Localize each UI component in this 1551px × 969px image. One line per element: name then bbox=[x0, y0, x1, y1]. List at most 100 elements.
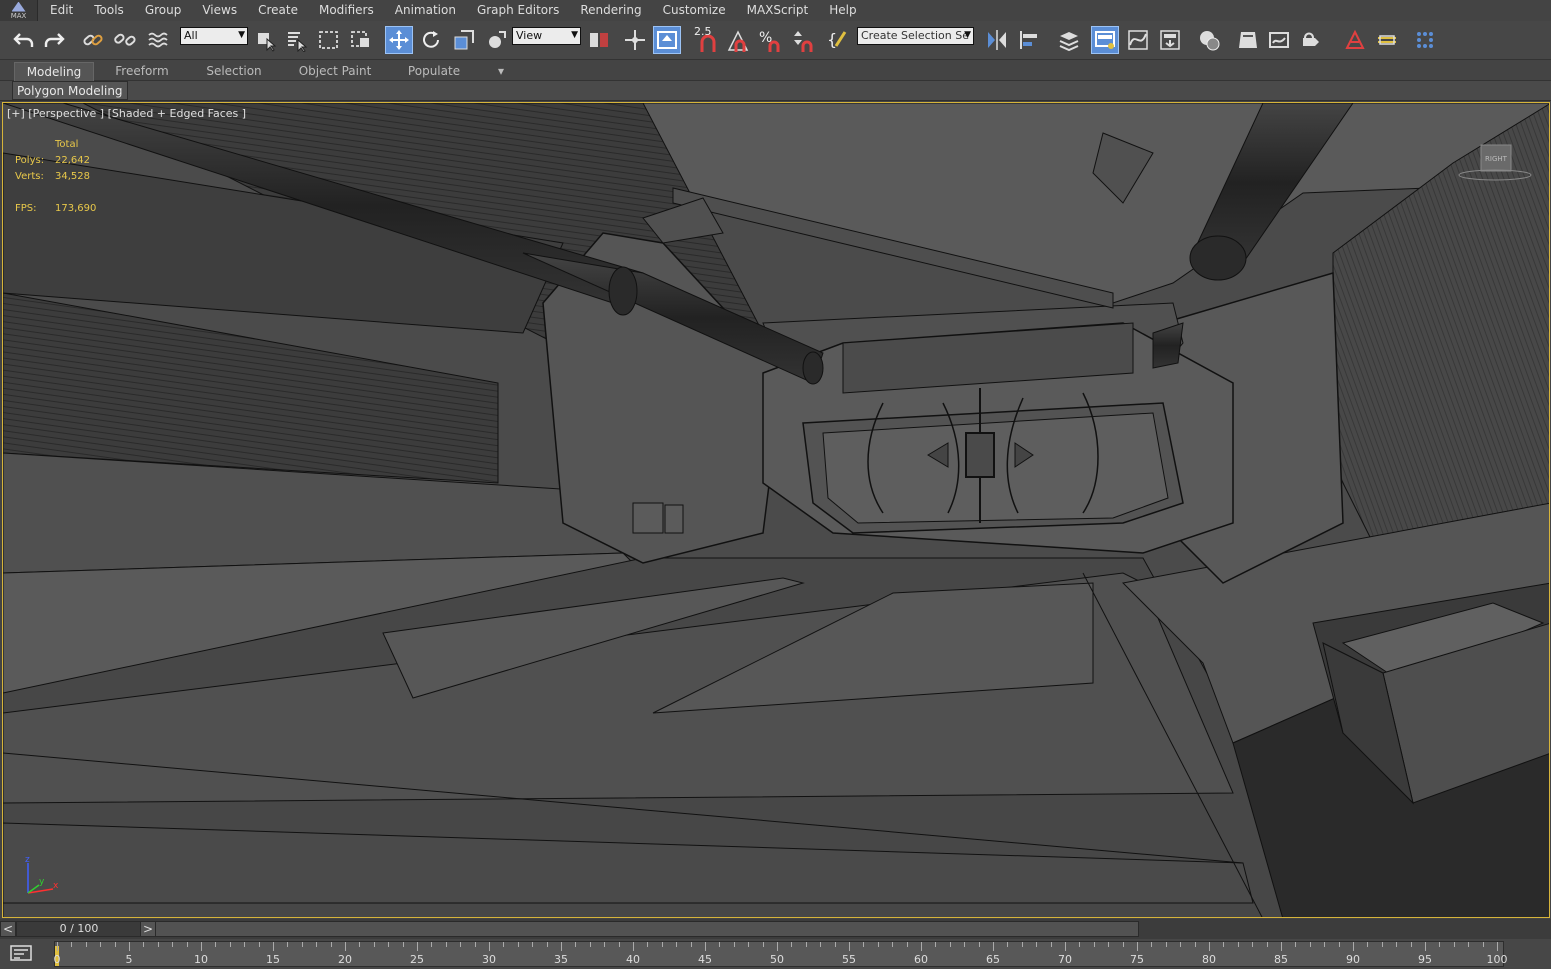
menu-edit[interactable]: Edit bbox=[38, 0, 82, 21]
ruler-tick bbox=[1482, 942, 1484, 947]
perspective-viewport[interactable]: [+] [Perspective ] [Shaded + Edged Faces… bbox=[2, 102, 1550, 918]
undo-icon[interactable] bbox=[10, 26, 38, 54]
ruler-tick bbox=[561, 942, 562, 951]
select-object-icon[interactable] bbox=[252, 26, 280, 54]
viewport-label[interactable]: [+] [Perspective ] [Shaded + Edged Faces… bbox=[7, 107, 246, 120]
max-logo-icon bbox=[11, 1, 26, 12]
menu-rendering[interactable]: Rendering bbox=[568, 0, 650, 21]
scene-explorer-icon[interactable] bbox=[1091, 26, 1119, 54]
ruler-tick bbox=[964, 942, 966, 947]
timeline-ruler[interactable]: 0 5 10 15 20 25 30 35 40 45 50 55 60 65 70 75 80 85 90 95 10… bbox=[53, 941, 1508, 967]
menu-tools[interactable]: Tools bbox=[82, 0, 133, 21]
track-bar: 0 5 10 15 20 25 30 35 40 45 50 55 60 65 70 75 80 85 90 95 10… bbox=[0, 939, 1551, 969]
tab-populate[interactable]: Populate bbox=[398, 62, 470, 81]
menu-views[interactable]: Views bbox=[190, 0, 246, 21]
time-slider-thumb[interactable]: 0 / 100 bbox=[17, 922, 141, 936]
ruler-tick bbox=[921, 942, 922, 951]
rendered-frame-window-icon[interactable] bbox=[1265, 26, 1293, 54]
use-pivot-icon[interactable] bbox=[585, 26, 613, 54]
menu-create[interactable]: Create bbox=[246, 0, 307, 21]
ruler-tick-label: 0 bbox=[53, 953, 61, 966]
edit-named-sets-icon[interactable]: { bbox=[824, 26, 852, 54]
ruler-tick bbox=[618, 942, 620, 947]
render-production-icon[interactable] bbox=[1297, 26, 1325, 54]
ruler-tick bbox=[57, 942, 58, 951]
ruler-tick bbox=[589, 942, 591, 947]
misc-icon[interactable] bbox=[1411, 26, 1439, 54]
spinner-snap-icon[interactable] bbox=[788, 26, 816, 54]
ruler-tick bbox=[719, 942, 721, 947]
ruler-tick bbox=[1266, 942, 1268, 947]
polygon-modeling-button[interactable]: Polygon Modeling bbox=[12, 81, 128, 100]
link-icon[interactable] bbox=[79, 26, 107, 54]
menu-maxscript[interactable]: MAXScript bbox=[735, 0, 818, 21]
menu-graph-editors[interactable]: Graph Editors bbox=[465, 0, 568, 21]
ruler-tick bbox=[1367, 942, 1369, 947]
select-by-name-icon[interactable] bbox=[283, 26, 311, 54]
ruler-tick-label: 55 bbox=[842, 953, 856, 966]
rect-selection-icon[interactable] bbox=[315, 26, 343, 54]
menu-bar: MAX Edit Tools Group Views Create Modifi… bbox=[0, 0, 1551, 21]
menu-modifiers[interactable]: Modifiers bbox=[307, 0, 383, 21]
ruler-tick bbox=[1165, 942, 1167, 947]
selection-set-placeholder: Create Selection Se bbox=[861, 29, 969, 42]
percent-snap-icon[interactable]: % bbox=[756, 26, 784, 54]
align-icon[interactable] bbox=[1015, 26, 1043, 54]
menu-animation[interactable]: Animation bbox=[383, 0, 465, 21]
ruler-tick bbox=[1425, 942, 1426, 951]
time-slider-track[interactable]: 0 / 100 bbox=[16, 921, 1139, 937]
menu-customize[interactable]: Customize bbox=[651, 0, 735, 21]
time-next-button[interactable]: > bbox=[140, 921, 156, 937]
a360-icon[interactable] bbox=[1373, 26, 1401, 54]
render-setup-icon[interactable] bbox=[1234, 26, 1262, 54]
tab-selection[interactable]: Selection bbox=[196, 62, 272, 81]
schematic-view-icon[interactable] bbox=[1156, 26, 1184, 54]
ribbon-options-icon[interactable]: ▾ bbox=[486, 62, 516, 81]
snaps-toggle-icon[interactable]: 2.5 bbox=[692, 25, 720, 54]
select-rotate-icon[interactable] bbox=[417, 26, 445, 54]
selection-set-dropdown[interactable]: Create Selection Se ▼ bbox=[857, 27, 974, 45]
viewcube[interactable]: RIGHT bbox=[1479, 145, 1513, 173]
keyboard-shortcut-override-icon[interactable] bbox=[653, 26, 681, 54]
select-move-icon[interactable] bbox=[385, 26, 413, 54]
track-bar-menu-icon[interactable] bbox=[5, 942, 37, 964]
ruler-tick bbox=[604, 942, 606, 947]
tab-freeform[interactable]: Freeform bbox=[106, 62, 178, 81]
stats-header: Total bbox=[55, 139, 79, 150]
ref-coord-dropdown[interactable]: View ▼ bbox=[512, 27, 581, 45]
select-place-icon[interactable] bbox=[482, 26, 510, 54]
select-scale-icon[interactable] bbox=[450, 26, 478, 54]
selection-filter-dropdown[interactable]: All ▼ bbox=[180, 27, 248, 45]
ruler-tick-label: 35 bbox=[554, 953, 568, 966]
ruler-tick bbox=[172, 942, 174, 947]
bind-spacewarp-icon[interactable] bbox=[144, 26, 172, 54]
time-prev-button[interactable]: < bbox=[0, 921, 16, 937]
ruler-tick bbox=[1079, 942, 1081, 947]
redo-icon[interactable] bbox=[40, 26, 68, 54]
select-manipulate-icon[interactable] bbox=[621, 26, 649, 54]
window-crossing-icon[interactable] bbox=[347, 26, 375, 54]
axis-z-label: z bbox=[25, 855, 30, 865]
ruler-tick bbox=[820, 942, 822, 947]
ruler-tick bbox=[877, 942, 879, 947]
viewport-statistics: Total Polys: 22,642 Verts: 34,528 FPS: 173,… bbox=[15, 137, 96, 217]
mirror-icon[interactable] bbox=[983, 26, 1011, 54]
app-menu-button[interactable]: MAX bbox=[0, 0, 38, 21]
curve-editor-icon[interactable] bbox=[1124, 26, 1152, 54]
unlink-icon[interactable] bbox=[111, 26, 139, 54]
tab-modeling[interactable]: Modeling bbox=[14, 62, 94, 81]
ruler-tick-label: 75 bbox=[1130, 953, 1144, 966]
ruler-tick bbox=[258, 942, 260, 947]
ruler-tick bbox=[1252, 942, 1254, 947]
ruler-tick bbox=[1468, 942, 1470, 947]
render-iterative-icon[interactable] bbox=[1341, 26, 1369, 54]
layer-explorer-icon[interactable] bbox=[1055, 26, 1083, 54]
menu-group[interactable]: Group bbox=[133, 0, 191, 21]
ruler-tick bbox=[762, 942, 764, 947]
angle-snap-icon[interactable] bbox=[724, 26, 752, 54]
ruler-tick-label: 15 bbox=[266, 953, 280, 966]
material-editor-icon[interactable] bbox=[1195, 26, 1223, 54]
menu-help[interactable]: Help bbox=[817, 0, 865, 21]
tab-object-paint[interactable]: Object Paint bbox=[290, 62, 380, 81]
ruler-tick-label: 70 bbox=[1058, 953, 1072, 966]
